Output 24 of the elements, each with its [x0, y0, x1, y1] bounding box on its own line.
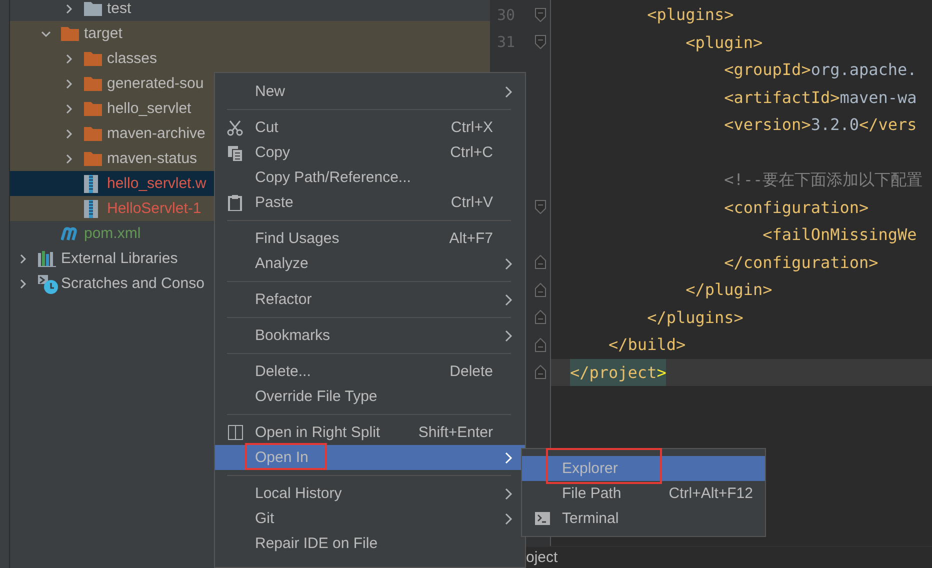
tree-label: External Libraries [61, 248, 178, 268]
code-line: <version>3.2.0</vers [723, 114, 918, 136]
tree-label: Scratches and Conso [61, 274, 204, 294]
code-line: <groupId>org.apache. [723, 59, 918, 81]
code-line: <failOnMissingWe [762, 224, 918, 246]
code-line: <artifactId>maven-wa [723, 86, 918, 108]
code-line: </build> [608, 334, 687, 356]
code-line: </plugin> [684, 279, 774, 301]
tree-label: generated-sou [107, 74, 204, 94]
code-line: </plugins> [646, 306, 744, 328]
tree-label: hello_servlet [107, 98, 192, 118]
code-line: </configuration> [723, 252, 880, 274]
tree-label: classes [107, 48, 158, 68]
tree-label: test [107, 0, 132, 18]
code-line: <plugins> [646, 4, 735, 26]
code-line: <plugin> [684, 32, 764, 54]
code-line: <!--要在下面添加以下配置 [723, 169, 924, 191]
tree-label: hello_servlet.w [107, 174, 206, 194]
tree-label: target [84, 24, 122, 44]
tree-label: maven-status [107, 148, 198, 168]
tree-label: maven-archive [107, 124, 206, 144]
tree-label: pom.xml [84, 224, 141, 244]
tree-label: HelloServlet-1 [107, 198, 202, 218]
code-line: <configuration> [723, 196, 870, 218]
